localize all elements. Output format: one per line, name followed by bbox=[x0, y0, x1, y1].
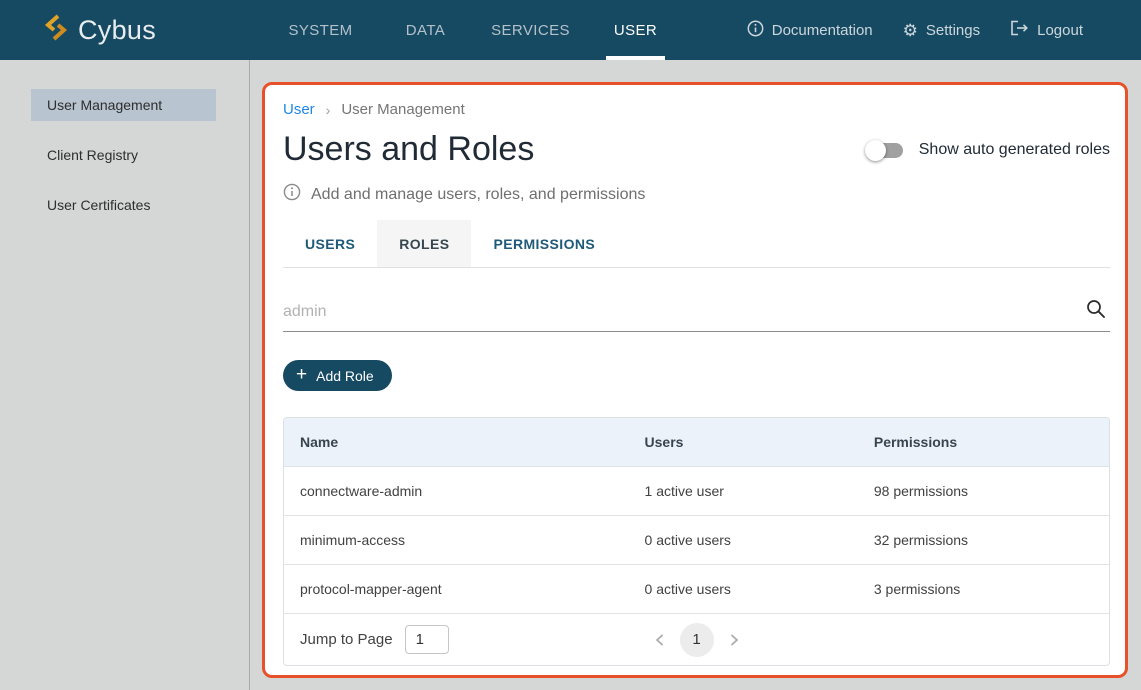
table-header-row: Name Users Permissions bbox=[284, 418, 1109, 466]
settings-label: Settings bbox=[926, 22, 980, 39]
page-number-current[interactable]: 1 bbox=[680, 623, 714, 657]
page-header: Users and Roles Show auto generated role… bbox=[283, 130, 1110, 169]
pagination-row: Jump to Page 1 bbox=[284, 613, 1109, 665]
nav-tab-services[interactable]: SERVICES bbox=[478, 0, 583, 60]
role-permissions-cell: 3 permissions bbox=[874, 581, 1109, 597]
role-users-cell: 1 active user bbox=[645, 483, 874, 499]
roles-table: Name Users Permissions connectware-admin… bbox=[283, 417, 1110, 666]
section-tabs: USERS ROLES PERMISSIONS bbox=[283, 220, 1110, 268]
toggle-thumb bbox=[865, 140, 886, 161]
role-name-cell: minimum-access bbox=[284, 532, 645, 548]
gear-icon: ⚙ bbox=[903, 22, 918, 39]
page-subtitle: Add and manage users, roles, and permiss… bbox=[311, 186, 645, 204]
table-row[interactable]: minimum-access 0 active users 32 permiss… bbox=[284, 515, 1109, 564]
add-role-button[interactable]: + Add Role bbox=[283, 360, 392, 391]
search-field-wrap bbox=[283, 292, 1110, 332]
info-circle-icon bbox=[747, 20, 764, 41]
role-name-cell: protocol-mapper-agent bbox=[284, 581, 645, 597]
sidebar: User Management Client Registry User Cer… bbox=[0, 60, 250, 690]
breadcrumb-current: User Management bbox=[341, 101, 464, 118]
content-panel-highlighted: User › User Management Users and Roles S… bbox=[262, 82, 1128, 678]
table-row[interactable]: protocol-mapper-agent 0 active users 3 p… bbox=[284, 564, 1109, 613]
auto-roles-toggle[interactable] bbox=[865, 139, 905, 161]
page-title: Users and Roles bbox=[283, 130, 534, 169]
documentation-link[interactable]: Documentation bbox=[747, 20, 873, 41]
tab-users[interactable]: USERS bbox=[283, 220, 377, 267]
sidebar-item-user-management[interactable]: User Management bbox=[31, 89, 216, 121]
documentation-label: Documentation bbox=[772, 22, 873, 39]
nav-tab-system[interactable]: SYSTEM bbox=[268, 0, 373, 60]
search-input[interactable] bbox=[283, 292, 1074, 331]
logout-button[interactable]: Logout bbox=[1010, 20, 1083, 40]
auto-roles-toggle-label: Show auto generated roles bbox=[919, 141, 1110, 159]
chevron-right-icon[interactable] bbox=[728, 634, 740, 646]
auto-roles-toggle-group: Show auto generated roles bbox=[865, 139, 1110, 161]
primary-nav: SYSTEM DATA SERVICES USER bbox=[268, 0, 688, 60]
app-body: User Management Client Registry User Cer… bbox=[0, 60, 1141, 690]
sidebar-item-client-registry[interactable]: Client Registry bbox=[31, 139, 216, 171]
breadcrumb: User › User Management bbox=[283, 101, 1110, 118]
top-navbar: Cybus SYSTEM DATA SERVICES USER Document… bbox=[0, 0, 1141, 60]
jump-to-page-label: Jump to Page bbox=[300, 631, 393, 648]
navbar-actions: Documentation ⚙ Settings Logout bbox=[747, 0, 1141, 60]
jump-to-page-input[interactable] bbox=[405, 625, 449, 654]
role-permissions-cell: 98 permissions bbox=[874, 483, 1109, 499]
role-users-cell: 0 active users bbox=[645, 581, 874, 597]
search-icon[interactable] bbox=[1086, 299, 1106, 324]
add-role-label: Add Role bbox=[316, 368, 374, 384]
column-header-permissions: Permissions bbox=[874, 434, 1109, 450]
settings-button[interactable]: ⚙ Settings bbox=[903, 22, 980, 39]
table-row[interactable]: connectware-admin 1 active user 98 permi… bbox=[284, 466, 1109, 515]
logout-label: Logout bbox=[1037, 22, 1083, 39]
column-header-users: Users bbox=[645, 434, 874, 450]
plus-icon: + bbox=[296, 365, 307, 384]
role-name-cell: connectware-admin bbox=[284, 483, 645, 499]
breadcrumb-link-user[interactable]: User bbox=[283, 101, 315, 118]
cybus-logo-icon bbox=[44, 13, 68, 47]
role-permissions-cell: 32 permissions bbox=[874, 532, 1109, 548]
pager: 1 bbox=[654, 623, 740, 657]
brand-name: Cybus bbox=[78, 15, 156, 46]
page-subtitle-row: Add and manage users, roles, and permiss… bbox=[283, 183, 1110, 206]
logout-icon bbox=[1010, 20, 1029, 40]
sidebar-item-user-certificates[interactable]: User Certificates bbox=[31, 189, 216, 221]
info-circle-icon bbox=[283, 183, 301, 206]
main-area: User › User Management Users and Roles S… bbox=[250, 60, 1141, 690]
breadcrumb-separator-icon: › bbox=[326, 102, 331, 118]
nav-tab-data[interactable]: DATA bbox=[373, 0, 478, 60]
brand[interactable]: Cybus bbox=[0, 0, 250, 60]
tab-roles[interactable]: ROLES bbox=[377, 220, 471, 267]
tab-permissions[interactable]: PERMISSIONS bbox=[471, 220, 617, 267]
nav-tab-user[interactable]: USER bbox=[583, 0, 688, 60]
role-users-cell: 0 active users bbox=[645, 532, 874, 548]
column-header-name: Name bbox=[284, 434, 645, 450]
chevron-left-icon[interactable] bbox=[654, 634, 666, 646]
